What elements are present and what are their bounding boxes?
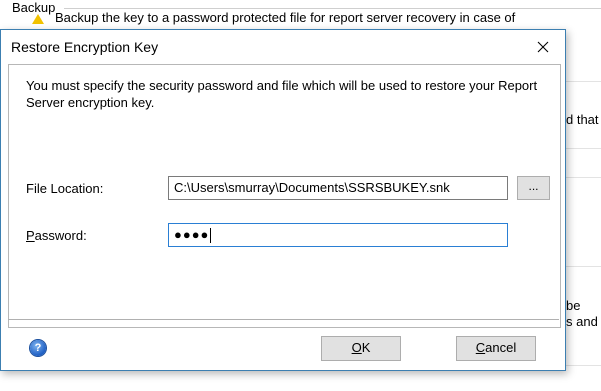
- browse-button[interactable]: ...: [517, 176, 550, 200]
- restore-encryption-key-dialog: Restore Encryption Key You must specify …: [0, 29, 566, 371]
- cancel-button[interactable]: Cancel: [456, 336, 536, 361]
- divider: [566, 177, 601, 178]
- divider: [566, 81, 601, 82]
- divider: [566, 148, 601, 149]
- password-masked-value: ●●●●: [174, 227, 210, 242]
- ok-button[interactable]: OK: [321, 336, 401, 361]
- close-icon: [537, 41, 549, 53]
- group-divider: [64, 8, 601, 9]
- cancel-label-rest: ancel: [485, 340, 517, 355]
- file-location-value: C:\Users\smurray\Documents\SSRSBUKEY.snk: [174, 180, 450, 195]
- background-text: be: [566, 298, 581, 313]
- dialog-title: Restore Encryption Key: [11, 39, 159, 55]
- background-text: d that: [566, 112, 599, 127]
- password-label: Password:: [26, 228, 87, 243]
- backup-group-label: Backup: [12, 0, 56, 15]
- backup-description: Backup the key to a password protected f…: [55, 10, 516, 25]
- password-label-rest: assword:: [34, 228, 87, 243]
- file-location-label: File Location:: [26, 181, 104, 196]
- text-caret: [210, 228, 212, 244]
- dialog-content: You must specify the security password a…: [8, 64, 561, 328]
- background-text: s and: [566, 314, 598, 329]
- footer-divider: [8, 319, 559, 320]
- file-location-input[interactable]: C:\Users\smurray\Documents\SSRSBUKEY.snk: [168, 176, 508, 200]
- ok-label-rest: K: [361, 340, 371, 355]
- cancel-access-key: C: [475, 340, 486, 355]
- divider: [566, 266, 601, 267]
- title-bar[interactable]: Restore Encryption Key: [1, 30, 565, 63]
- warning-icon: [32, 14, 44, 24]
- help-icon[interactable]: ?: [30, 340, 46, 356]
- divider: [566, 365, 601, 366]
- instructions-text: You must specify the security password a…: [26, 78, 538, 110]
- password-access-key: P: [26, 228, 35, 243]
- close-button[interactable]: [529, 34, 557, 60]
- ok-access-key: O: [351, 340, 362, 355]
- password-input[interactable]: ●●●●: [168, 223, 508, 247]
